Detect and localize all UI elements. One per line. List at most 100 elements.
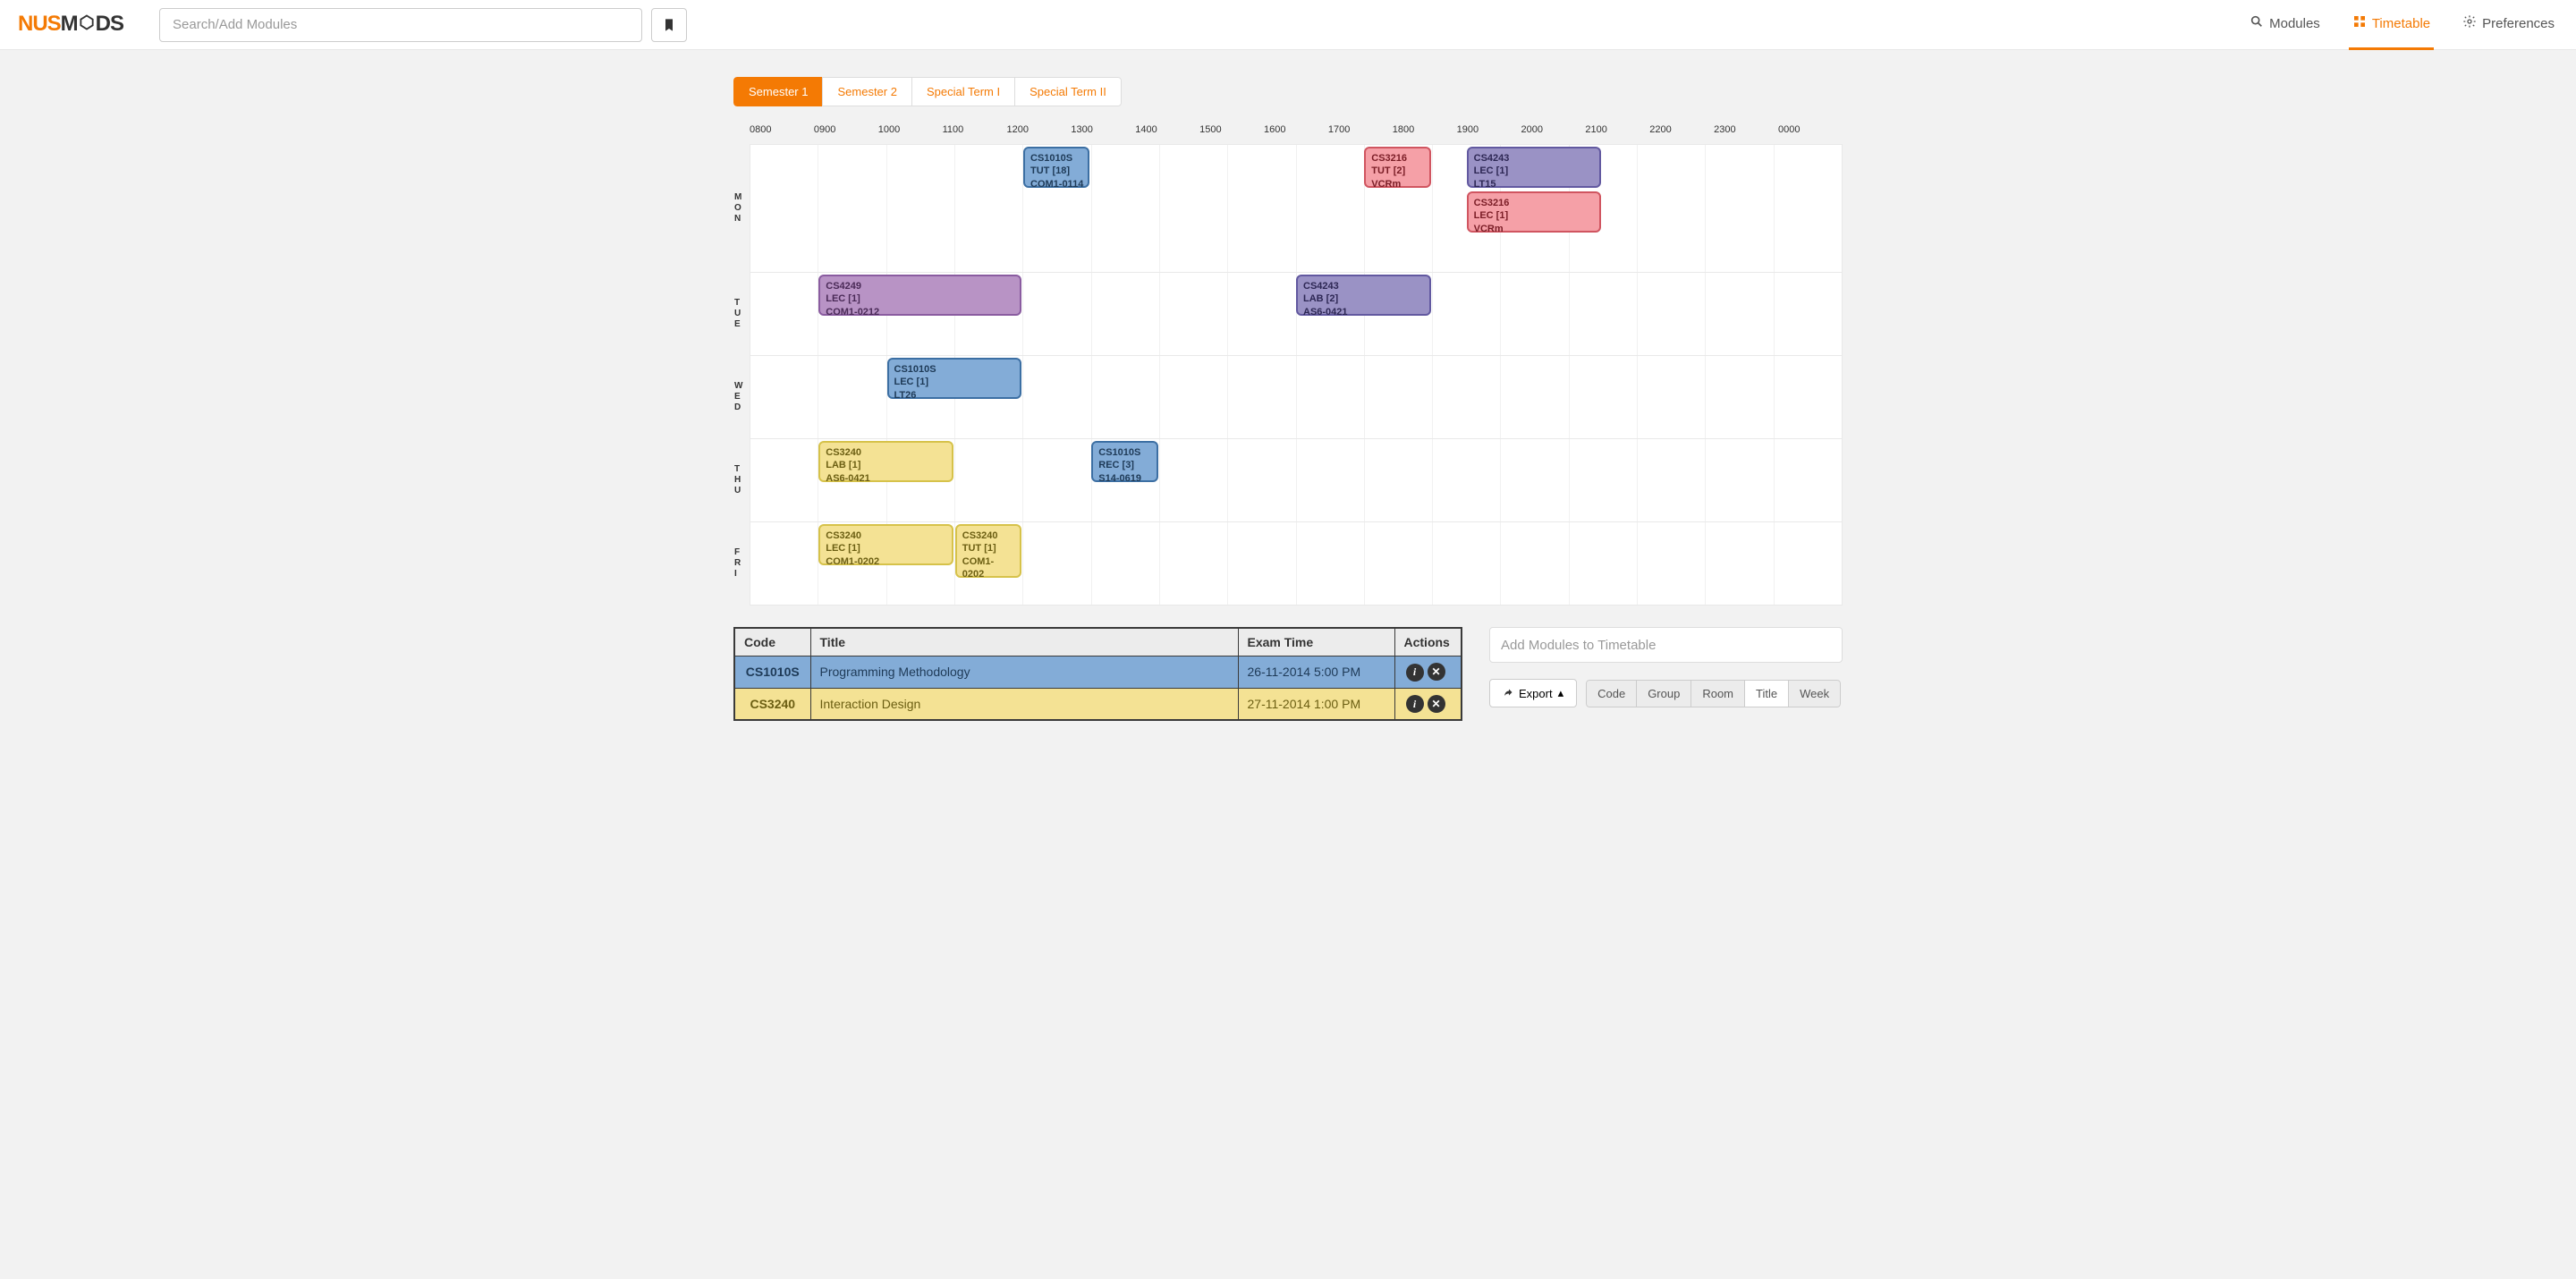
nav-links: Modules Timetable Preferences <box>2246 0 2558 50</box>
block-code: CS4249 <box>826 280 1014 292</box>
block-type: LEC [1] <box>1474 165 1595 177</box>
view-title[interactable]: Title <box>1744 680 1789 707</box>
add-modules-input[interactable] <box>1489 627 1843 663</box>
timetable-day: FRICS3240LEC [1]COM1-0202CS3240TUT [1]CO… <box>750 521 1842 605</box>
block-room: AS6-0421 <box>1303 306 1424 318</box>
th-actions: Actions <box>1394 628 1462 656</box>
day-label: THU <box>734 439 750 521</box>
hex-icon <box>78 13 96 38</box>
caret-up-icon: ▴ <box>1558 686 1564 700</box>
block-code: CS3240 <box>962 529 1014 542</box>
view-group[interactable]: Group <box>1636 680 1691 707</box>
hour-label: 0800 <box>750 124 814 144</box>
semester-tab[interactable]: Semester 1 <box>733 77 823 106</box>
grid-icon <box>2352 14 2367 32</box>
remove-icon[interactable]: ✕ <box>1428 663 1445 681</box>
timetable-day: TUECS4249LEC [1]COM1-0212CS4243LAB [2]AS… <box>750 272 1842 355</box>
day-label: WED <box>734 356 750 438</box>
view-week[interactable]: Week <box>1788 680 1841 707</box>
class-block[interactable]: CS3240LEC [1]COM1-0202 <box>818 524 953 565</box>
module-table: Code Title Exam Time Actions CS1010SProg… <box>733 627 1462 721</box>
block-room: COM1-0212 <box>826 306 1014 318</box>
th-title: Title <box>810 628 1238 656</box>
hour-label: 1900 <box>1457 124 1521 144</box>
class-block[interactable]: CS4243LAB [2]AS6-0421 <box>1296 275 1431 316</box>
semester-tab[interactable]: Special Term I <box>911 77 1015 106</box>
day-label: TUE <box>734 273 750 355</box>
cell-actions: i✕ <box>1394 688 1462 720</box>
hour-label: 2100 <box>1585 124 1649 144</box>
bookmark-button[interactable] <box>651 8 687 42</box>
hour-label: 1800 <box>1393 124 1457 144</box>
nav-preferences[interactable]: Preferences <box>2459 0 2558 50</box>
remove-icon[interactable]: ✕ <box>1428 695 1445 713</box>
class-block[interactable]: CS3216LEC [1]VCRm <box>1467 191 1602 233</box>
timetable-day: MONCS1010STUT [18]COM1-0114CS3216TUT [2]… <box>750 144 1842 272</box>
nav-label: Timetable <box>2372 16 2430 31</box>
class-block[interactable]: CS4249LEC [1]COM1-0212 <box>818 275 1021 316</box>
block-code: CS1010S <box>894 363 1015 376</box>
cell-code: CS1010S <box>734 656 810 689</box>
block-type: LAB [2] <box>1303 292 1424 305</box>
hour-label: 1200 <box>1007 124 1072 144</box>
hour-label: 1600 <box>1264 124 1328 144</box>
timetable: 0800090010001100120013001400150016001700… <box>733 124 1843 606</box>
logo-m: M <box>61 12 78 36</box>
class-block[interactable]: CS4243LEC [1]LT15 <box>1467 147 1602 188</box>
view-code[interactable]: Code <box>1586 680 1637 707</box>
block-room: LT26 <box>894 389 1015 402</box>
block-room: AS6-0421 <box>826 472 946 485</box>
search-wrap <box>159 8 642 42</box>
side-panel: Export ▴ CodeGroupRoomTitleWeek <box>1489 627 1843 707</box>
block-type: LAB [1] <box>826 459 946 471</box>
class-block[interactable]: CS1010SLEC [1]LT26 <box>887 358 1022 399</box>
cell-title: Programming Methodology <box>810 656 1238 689</box>
block-type: LEC [1] <box>894 376 1015 388</box>
logo[interactable]: NUSMDS <box>18 12 123 38</box>
hour-label: 0000 <box>1778 124 1843 144</box>
export-button[interactable]: Export ▴ <box>1489 679 1577 707</box>
hour-label: 1300 <box>1071 124 1135 144</box>
block-code: CS3216 <box>1371 152 1423 165</box>
class-block[interactable]: CS3240LAB [1]AS6-0421 <box>818 441 953 482</box>
block-room: COM1-0202 <box>962 555 1014 581</box>
view-group: CodeGroupRoomTitleWeek <box>1586 680 1841 707</box>
th-exam: Exam Time <box>1238 628 1394 656</box>
hour-label: 1000 <box>878 124 943 144</box>
info-icon[interactable]: i <box>1406 664 1424 682</box>
block-code: CS3240 <box>826 529 946 542</box>
nav-modules[interactable]: Modules <box>2246 0 2324 50</box>
block-type: TUT [18] <box>1030 165 1082 177</box>
bookmark-icon <box>662 17 676 33</box>
hour-label: 1700 <box>1328 124 1393 144</box>
block-code: CS1010S <box>1030 152 1082 165</box>
hour-label: 2200 <box>1649 124 1714 144</box>
class-block[interactable]: CS1010STUT [18]COM1-0114 <box>1023 147 1089 188</box>
module-row: CS3240Interaction Design27-11-2014 1:00 … <box>734 688 1462 720</box>
nav-timetable[interactable]: Timetable <box>2349 0 2434 50</box>
info-icon[interactable]: i <box>1406 695 1424 713</box>
view-room[interactable]: Room <box>1690 680 1745 707</box>
semester-tabs: Semester 1Semester 2Special Term ISpecia… <box>733 77 1122 106</box>
cell-actions: i✕ <box>1394 656 1462 689</box>
cell-exam: 27-11-2014 1:00 PM <box>1238 688 1394 720</box>
class-block[interactable]: CS3240TUT [1]COM1-0202 <box>955 524 1021 578</box>
timetable-day: THUCS3240LAB [1]AS6-0421CS1010SREC [3]S1… <box>750 438 1842 521</box>
block-code: CS3216 <box>1474 197 1595 209</box>
semester-tab[interactable]: Special Term II <box>1014 77 1122 106</box>
class-block[interactable]: CS1010SREC [3]S14-0619 <box>1091 441 1157 482</box>
timetable-day: WEDCS1010SLEC [1]LT26 <box>750 355 1842 438</box>
hour-label: 0900 <box>814 124 878 144</box>
cell-exam: 26-11-2014 5:00 PM <box>1238 656 1394 689</box>
share-icon <box>1503 688 1513 699</box>
block-room: COM1-0114 <box>1030 178 1082 191</box>
block-type: LEC [1] <box>826 542 946 555</box>
block-room: COM1-0202 <box>826 555 946 568</box>
search-input[interactable] <box>159 8 642 42</box>
class-block[interactable]: CS3216TUT [2]VCRm <box>1364 147 1430 188</box>
app-header: NUSMDS Modules Timetable Preferences <box>0 0 2576 50</box>
hour-label: 1100 <box>943 124 1007 144</box>
semester-tab[interactable]: Semester 2 <box>822 77 911 106</box>
hour-label: 1400 <box>1135 124 1199 144</box>
gear-icon <box>2462 14 2477 32</box>
